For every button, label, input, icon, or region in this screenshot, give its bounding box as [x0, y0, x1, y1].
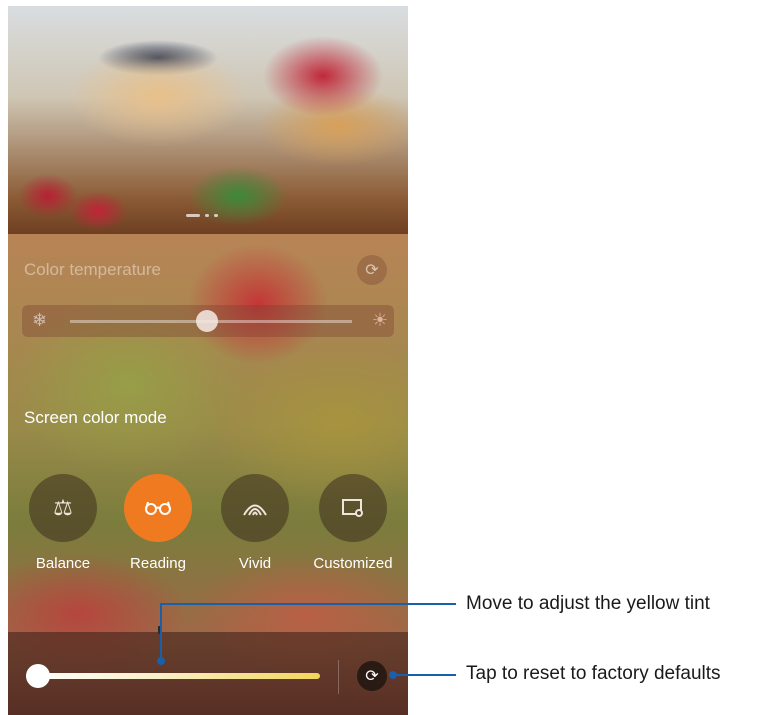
sun-icon: ☀	[371, 310, 388, 330]
callout-text-reset: Tap to reset to factory defaults	[466, 663, 721, 684]
reset-defaults-button[interactable]: ⟳	[357, 661, 387, 691]
glasses-icon	[124, 474, 192, 542]
page-indicator	[186, 214, 218, 217]
color-temperature-reset-button[interactable]: ⟳	[357, 255, 387, 285]
refresh-icon: ⟳	[365, 668, 379, 685]
yellow-tint-thumb[interactable]	[26, 664, 50, 688]
mode-label: Customized	[313, 555, 393, 572]
preview-image	[8, 6, 408, 234]
callout-dot-reset	[389, 671, 397, 679]
callout-line-reset	[392, 674, 456, 676]
wave-icon	[221, 474, 289, 542]
mode-label: Vivid	[238, 555, 272, 572]
callout-text-slider: Move to adjust the yellow tint	[466, 593, 710, 614]
custom-settings-icon	[319, 474, 387, 542]
display-settings-panel: Color temperature ⟳ ❄ ☀ Screen color mod…	[8, 234, 408, 715]
mode-customized-button[interactable]: Customized	[310, 474, 396, 572]
callout-line-slider	[160, 603, 456, 605]
divider	[338, 660, 339, 694]
snowflake-icon: ❄	[32, 310, 48, 330]
phone-screen: Color temperature ⟳ ❄ ☀ Screen color mod…	[8, 6, 408, 715]
mode-label: Reading	[130, 555, 186, 572]
scale-icon: ⚖	[29, 474, 97, 542]
refresh-icon: ⟳	[365, 262, 379, 279]
mode-reading-button[interactable]: Reading	[115, 474, 201, 572]
mode-balance-button[interactable]: ⚖ Balance	[20, 474, 106, 572]
screen-color-mode-title: Screen color mode	[24, 408, 167, 427]
yellow-tint-slider[interactable]	[26, 673, 320, 679]
callout-line-slider-vertical	[160, 603, 162, 661]
color-temperature-thumb[interactable]	[196, 310, 218, 332]
mode-label: Balance	[35, 555, 91, 572]
color-temperature-slider[interactable]: ❄ ☀	[22, 305, 394, 337]
callout-dot-slider	[157, 657, 165, 665]
color-temperature-label: Color temperature	[24, 260, 162, 279]
tint-control-bar: ⟳	[8, 632, 408, 715]
mode-vivid-button[interactable]: Vivid	[212, 474, 298, 572]
